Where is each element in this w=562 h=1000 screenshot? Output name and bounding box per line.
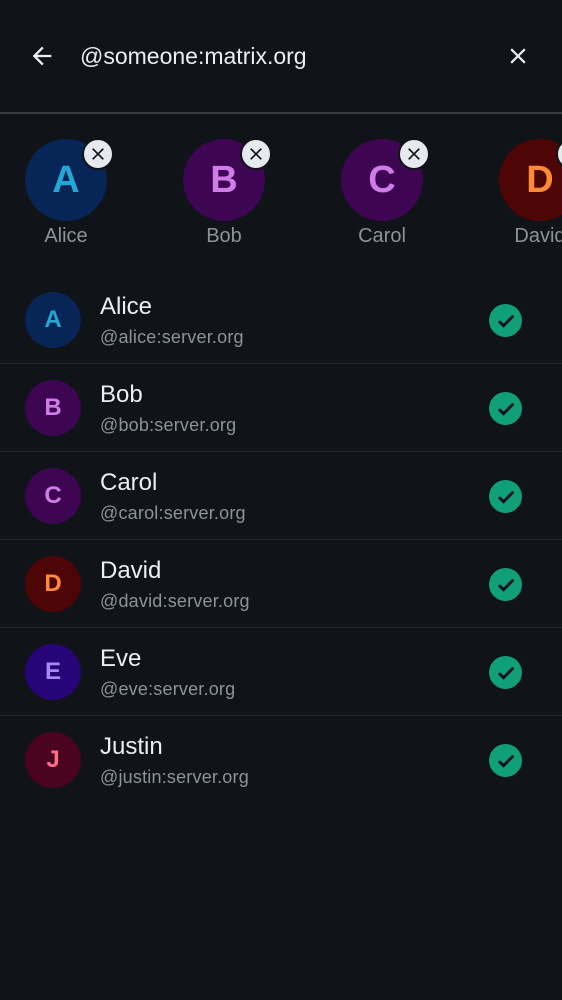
- checkmark-icon[interactable]: [489, 392, 522, 425]
- list-item[interactable]: C Carol @carol:server.org: [0, 452, 562, 540]
- checkmark-icon[interactable]: [489, 568, 522, 601]
- avatar: A: [25, 292, 81, 348]
- avatar: D: [25, 556, 81, 612]
- user-display-name: Eve: [100, 645, 142, 672]
- close-icon: [250, 148, 262, 160]
- avatar: B: [25, 380, 81, 436]
- selected-user-name: Bob: [206, 225, 242, 247]
- user-id: @justin:server.org: [100, 767, 249, 787]
- back-button[interactable]: [20, 34, 64, 78]
- selected-user: C Carol: [324, 138, 440, 259]
- remove-user-button[interactable]: [398, 138, 430, 170]
- remove-user-button[interactable]: [240, 138, 272, 170]
- user-display-name: Justin: [100, 733, 163, 760]
- close-icon: [408, 148, 420, 160]
- list-item[interactable]: B Bob @bob:server.org: [0, 364, 562, 452]
- user-list: A Alice @alice:server.org B Bob @bob:ser…: [0, 276, 562, 804]
- avatar: J: [25, 732, 81, 788]
- selected-user: D David: [482, 138, 562, 259]
- checkmark-icon[interactable]: [489, 480, 522, 513]
- avatar: C: [25, 468, 81, 524]
- list-item[interactable]: D David @david:server.org: [0, 540, 562, 628]
- checkmark-icon[interactable]: [489, 304, 522, 337]
- selected-user-name: Alice: [44, 225, 88, 247]
- selected-user: B Bob: [166, 138, 282, 259]
- close-icon: [92, 148, 104, 160]
- user-display-name: Carol: [100, 469, 158, 496]
- checkmark-icon[interactable]: [489, 744, 522, 777]
- list-item[interactable]: J Justin @justin:server.org: [0, 716, 562, 804]
- user-id: @eve:server.org: [100, 679, 236, 699]
- checkmark-icon[interactable]: [489, 656, 522, 689]
- avatar: D: [499, 139, 562, 221]
- remove-user-button[interactable]: [82, 138, 114, 170]
- selected-user-name: Carol: [358, 225, 406, 247]
- search-input[interactable]: [80, 36, 480, 76]
- user-display-name: Bob: [100, 381, 143, 408]
- selected-user: A Alice: [8, 138, 124, 259]
- list-item[interactable]: A Alice @alice:server.org: [0, 276, 562, 364]
- selected-user-name: David: [514, 225, 562, 247]
- user-id: @carol:server.org: [100, 503, 246, 523]
- user-id: @david:server.org: [100, 591, 250, 611]
- arrow-left-icon: [32, 46, 52, 66]
- user-display-name: Alice: [100, 293, 153, 320]
- user-id: @bob:server.org: [100, 415, 237, 435]
- user-id: @alice:server.org: [100, 327, 244, 347]
- avatar: E: [25, 644, 81, 700]
- list-item[interactable]: E Eve @eve:server.org: [0, 628, 562, 716]
- user-display-name: David: [100, 557, 162, 584]
- selected-users-strip: A Alice B Bob C Carol D David: [0, 114, 562, 264]
- close-icon: [510, 48, 526, 64]
- clear-search-button[interactable]: [496, 34, 540, 78]
- search-bar: [0, 0, 562, 112]
